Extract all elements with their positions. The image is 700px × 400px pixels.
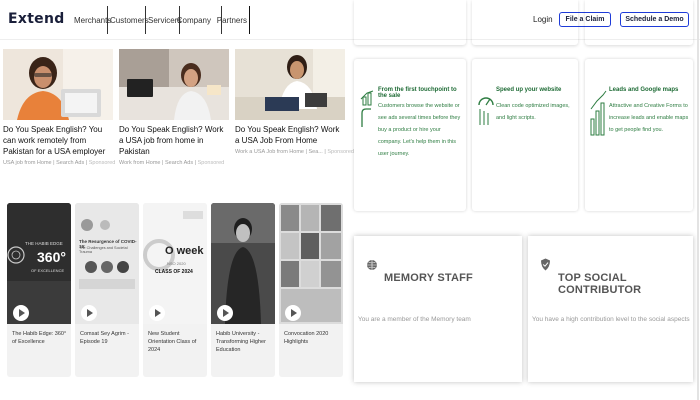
feature-title: From the first touchpoint to the sale: [378, 87, 457, 99]
feature-text: Attractive and Creative Forms to increas…: [609, 103, 689, 133]
bar-chart-icon: [590, 89, 608, 142]
scroll-edge: [697, 0, 699, 400]
article-meta: Work a USA Job from Home | Sea... | Spon…: [235, 149, 354, 155]
article-thumbnail: [3, 49, 113, 120]
nav-merchants[interactable]: Merchants: [72, 6, 111, 34]
globe-badge-icon: [366, 258, 378, 276]
video-card[interactable]: Habib University - Transforming Higher E…: [211, 203, 275, 377]
play-button-icon[interactable]: [13, 305, 29, 321]
video-card[interactable]: THE HABIB EDGE 360° OF EXCELLENCE The Ha…: [7, 203, 71, 377]
article-thumbnail: [119, 49, 229, 120]
sponsored-article-card[interactable]: Do You Speak English? Work a USA Job Fro…: [235, 49, 354, 155]
feature-card: Leads and Google maps Attractive and Cre…: [585, 59, 693, 211]
badge-card-memory-staff: MEMORY STAFF You are a member of the Mem…: [354, 236, 522, 382]
video-caption[interactable]: New Student Orientation Class of 2024: [143, 324, 207, 354]
nav-customers[interactable]: Customers: [108, 6, 149, 34]
article-meta: Work from Home | Search Ads | Sponsored: [119, 160, 225, 166]
video-thumbnail: O week NSO 2020 CLASS OF 2024: [143, 203, 207, 324]
extend-logo[interactable]: Extend: [8, 11, 65, 27]
play-button-icon[interactable]: [81, 305, 97, 321]
video-card[interactable]: O week NSO 2020 CLASS OF 2024 New Studen…: [143, 203, 207, 377]
badge-text: You are a member of the Memory team: [358, 316, 471, 323]
nav-partners[interactable]: Partners: [217, 6, 250, 34]
video-thumbnail: [211, 203, 275, 324]
video-thumb-sub: The Challenges and Societal Trauma: [79, 246, 128, 254]
video-caption[interactable]: Habib University - Transforming Higher E…: [211, 324, 275, 354]
feature-text: Clean code optimized images, and light s…: [496, 103, 570, 121]
feature-card: From the first touchpoint to the sale Cu…: [354, 59, 466, 211]
sponsored-article-card[interactable]: Do You Speak English? Work a USA job fro…: [119, 49, 229, 166]
feature-title: Leads and Google maps: [609, 87, 679, 93]
video-card[interactable]: The Resurgence of COVID-19: The Challeng…: [75, 203, 139, 377]
video-thumb-class: CLASS OF 2024: [155, 269, 193, 275]
video-thumbnail: THE HABIB EDGE 360° OF EXCELLENCE: [7, 203, 71, 324]
video-thumb-title: THE HABIB EDGE: [25, 241, 63, 246]
nav-servicers[interactable]: Servicers: [146, 6, 181, 34]
badge-card-top-contributor: TOP SOCIAL CONTRIBUTOR You have a high c…: [528, 236, 693, 382]
play-button-icon[interactable]: [217, 305, 233, 321]
nav-company[interactable]: Company: [177, 6, 222, 34]
video-thumb-big: 360°: [37, 249, 66, 265]
article-meta: USA job from Home | Search Ads | Sponsor…: [3, 160, 116, 166]
video-thumbnail: [279, 203, 343, 324]
feature-title: Speed up your website: [496, 87, 562, 93]
badge-text: You have a high contribution level to th…: [532, 316, 690, 323]
play-button-icon[interactable]: [285, 305, 301, 321]
sponsored-article-card[interactable]: Do You Speak English? You can work remot…: [3, 49, 116, 166]
article-thumbnail: [235, 49, 345, 120]
video-caption[interactable]: The Habib Edge: 360° of Excellence: [7, 324, 71, 346]
badge-title: TOP SOCIAL CONTRIBUTOR: [558, 272, 642, 296]
shield-check-icon: [540, 258, 551, 276]
video-caption[interactable]: Comsat Sey Agrim - Episode 19: [75, 324, 139, 346]
video-caption[interactable]: Convocation 2020 Highlights: [279, 324, 343, 346]
speed-gauge-icon: [477, 89, 495, 134]
feature-card: Speed up your website Clean code optimiz…: [472, 59, 578, 211]
article-title[interactable]: Do You Speak English? Work a USA Job Fro…: [235, 124, 345, 146]
article-title[interactable]: Do You Speak English? You can work remot…: [3, 124, 113, 157]
video-thumb-sub: OF EXCELLENCE: [31, 268, 65, 273]
video-thumbnail: The Resurgence of COVID-19: The Challeng…: [75, 203, 139, 324]
article-title[interactable]: Do You Speak English? Work a USA job fro…: [119, 124, 229, 157]
video-card[interactable]: Convocation 2020 Highlights: [279, 203, 343, 377]
badge-title: MEMORY STAFF: [384, 272, 473, 284]
page: Extend Merchants Customers Servicers Com…: [0, 0, 700, 400]
main-nav: Merchants Customers Servicers Company Pa…: [72, 6, 250, 34]
growth-hand-icon: [359, 89, 377, 134]
right-panel-top-strip: [354, 0, 697, 45]
play-button-icon[interactable]: [149, 305, 165, 321]
video-thumb-sub: NSO 2020: [167, 261, 186, 266]
feature-text: Customers browse the website or see ads …: [378, 103, 461, 157]
video-thumb-big: O week: [165, 245, 204, 257]
